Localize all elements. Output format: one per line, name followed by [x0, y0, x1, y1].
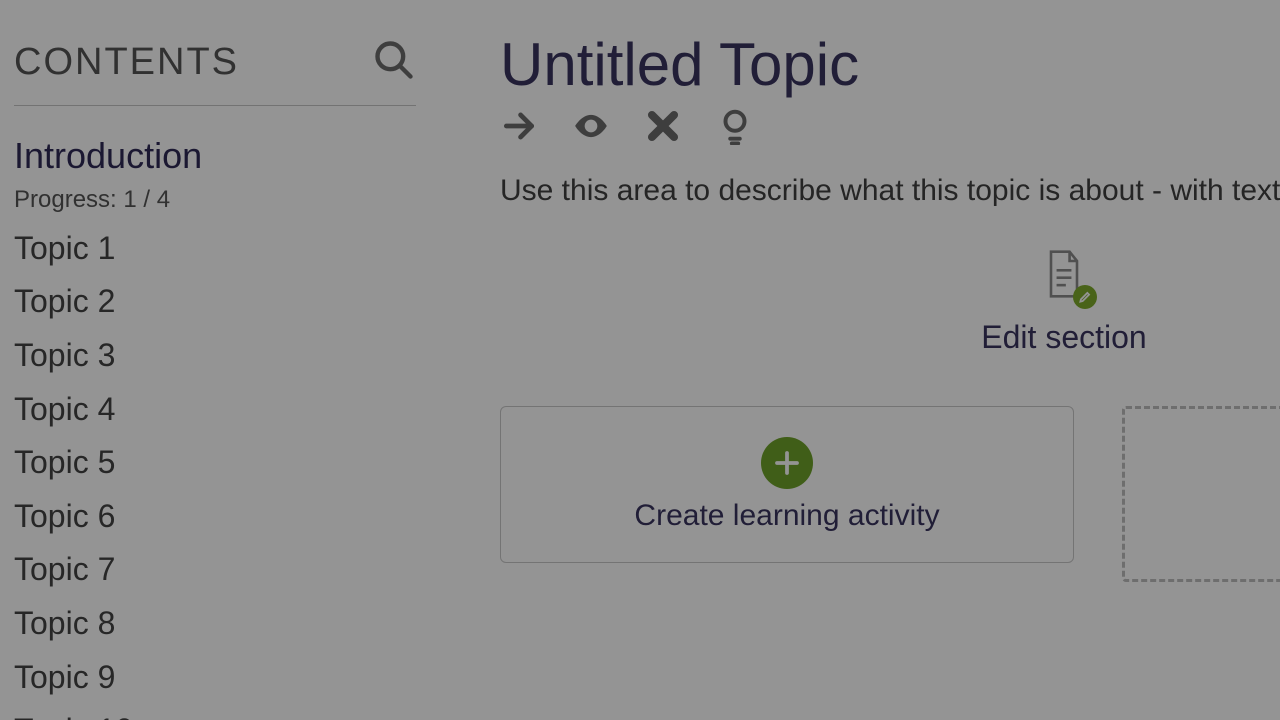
create-activity-card[interactable]: Create learning activity: [500, 406, 1074, 563]
nav-item-topic-7[interactable]: Topic 7: [14, 545, 416, 595]
nav-item-introduction[interactable]: Introduction: [14, 128, 416, 184]
edit-section-button[interactable]: Edit section: [500, 248, 1280, 356]
nav-item-topic-1[interactable]: Topic 1: [14, 224, 416, 274]
lightbulb-icon: [716, 107, 754, 145]
drop-zone[interactable]: Dro: [1122, 406, 1280, 582]
nav-item-topic-8[interactable]: Topic 8: [14, 599, 416, 649]
contents-heading: CONTENTS: [14, 41, 239, 84]
nav-progress: Progress: 1 / 4: [14, 186, 416, 214]
topic-description[interactable]: Use this area to describe what this topi…: [500, 174, 1280, 208]
contents-sidebar: CONTENTS Introduction Progress: 1 / 4 To…: [0, 0, 430, 720]
edit-section-label: Edit section: [500, 319, 1280, 356]
arrow-right-icon: [500, 107, 538, 145]
nav-item-topic-5[interactable]: Topic 5: [14, 438, 416, 488]
document-edit-icon: [1041, 248, 1087, 305]
nav-item-topic-4[interactable]: Topic 4: [14, 385, 416, 435]
nav-item-topic-9[interactable]: Topic 9: [14, 653, 416, 703]
search-icon: [372, 38, 416, 82]
visibility-button[interactable]: [572, 107, 610, 150]
eye-icon: [572, 107, 610, 145]
create-activity-label: Create learning activity: [634, 499, 939, 533]
hint-button[interactable]: [716, 107, 754, 150]
nav-item-topic-6[interactable]: Topic 6: [14, 492, 416, 542]
close-icon: [644, 107, 682, 145]
nav-item-topic-10[interactable]: Topic 10: [14, 706, 416, 720]
delete-button[interactable]: [644, 107, 682, 150]
nav-item-topic-3[interactable]: Topic 3: [14, 331, 416, 381]
edit-badge-icon: [1073, 285, 1097, 309]
nav-item-topic-2[interactable]: Topic 2: [14, 277, 416, 327]
move-button[interactable]: [500, 107, 538, 150]
topic-main: Untitled Topic: [430, 0, 1280, 720]
plus-icon: [761, 437, 813, 489]
search-button[interactable]: [372, 38, 416, 87]
topic-title[interactable]: Untitled Topic: [500, 30, 1280, 99]
contents-nav: Introduction Progress: 1 / 4 Topic 1 Top…: [14, 128, 416, 720]
topic-toolbar: [500, 107, 1280, 150]
